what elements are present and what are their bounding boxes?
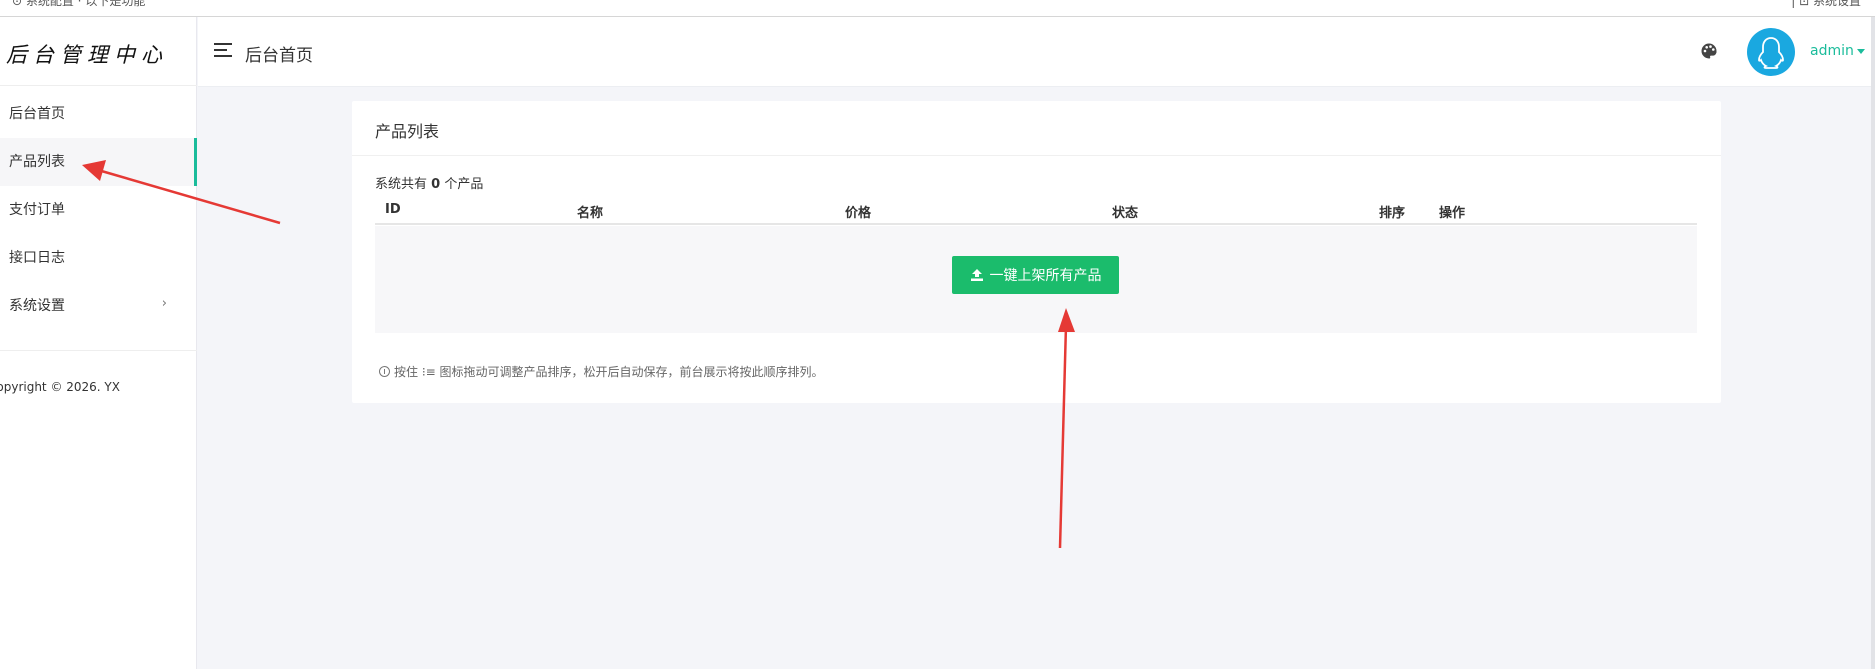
table-body-empty: 一键上架所有产品 [375, 226, 1697, 333]
sidebar-item-label: 系统设置 [9, 298, 65, 314]
sidebar-item-settings[interactable]: 系统设置 › [0, 282, 197, 330]
column-header-status: 状态 [1112, 206, 1139, 221]
scrollbar-track [1871, 17, 1875, 669]
count-prefix: 系统共有 [375, 177, 428, 192]
sidebar-item-label: 支付订单 [9, 202, 65, 218]
divider [352, 155, 1721, 156]
browser-tab-text: ⊙ 系统配置 · 以下是功能 [12, 0, 146, 8]
publish-all-button[interactable]: 一键上架所有产品 [952, 256, 1119, 294]
copyright-text: Copyright © 2026. YX [0, 380, 120, 394]
sidebar-item-home[interactable]: 后台首页 [0, 90, 197, 138]
sidebar-item-orders[interactable]: 支付订单 [0, 186, 197, 234]
sidebar-item-label: 接口日志 [9, 250, 65, 266]
table-header: ID 名称 价格 状态 排序 操作 [375, 192, 1697, 225]
palette-icon[interactable] [1700, 42, 1718, 60]
column-header-id: ID [385, 202, 401, 217]
product-count: 系统共有 0 个产品 [375, 173, 483, 192]
sidebar-item-label: 产品列表 [9, 154, 65, 170]
count-value: 0 [431, 177, 441, 192]
product-list-card: 产品列表 系统共有 0 个产品 ID 名称 价格 状态 排序 操作 一键上架所有… [352, 101, 1721, 403]
column-header-actions: 操作 [1439, 206, 1466, 221]
sidebar-menu: 后台首页 产品列表 支付订单 接口日志 系统设置 › [0, 90, 197, 330]
column-header-sort: 排序 [1379, 206, 1406, 221]
sidebar: 后台管理中心 后台首页 产品列表 支付订单 接口日志 系统设置 › Copyri… [0, 17, 197, 669]
sidebar-item-products[interactable]: 产品列表 [0, 138, 197, 186]
user-name[interactable]: admin [1810, 43, 1854, 59]
upload-icon [970, 269, 983, 281]
top-header: 后台首页 admin [198, 17, 1875, 87]
avatar-icon [1758, 37, 1784, 69]
browser-top-strip: ⊙ 系统配置 · 以下是功能 | ⊡ 系统设置 [0, 0, 1875, 17]
sidebar-item-label: 后台首页 [9, 106, 65, 122]
publish-all-label: 一键上架所有产品 [989, 267, 1102, 283]
divider [0, 85, 197, 86]
avatar[interactable] [1747, 28, 1795, 76]
count-suffix: 个产品 [444, 177, 484, 192]
column-header-name: 名称 [577, 206, 604, 221]
hint-text: 按住 ⁝≡ 图标拖动可调整产品排序，松开后自动保存，前台展示将按此顺序排列。 [394, 365, 824, 379]
sort-hint: 按住 ⁝≡ 图标拖动可调整产品排序，松开后自动保存，前台展示将按此顺序排列。 [379, 363, 824, 380]
divider [0, 350, 197, 351]
browser-right-text: | ⊡ 系统设置 [1791, 0, 1861, 8]
card-title: 产品列表 [375, 122, 440, 141]
page-title: 后台首页 [245, 46, 313, 66]
column-header-price: 价格 [845, 206, 872, 221]
chevron-right-icon: › [161, 296, 167, 311]
menu-icon[interactable] [214, 43, 232, 58]
app-logo: 后台管理中心 [6, 43, 168, 67]
sidebar-item-api-logs[interactable]: 接口日志 [0, 234, 197, 282]
info-icon [379, 366, 390, 377]
caret-down-icon[interactable] [1857, 49, 1865, 54]
